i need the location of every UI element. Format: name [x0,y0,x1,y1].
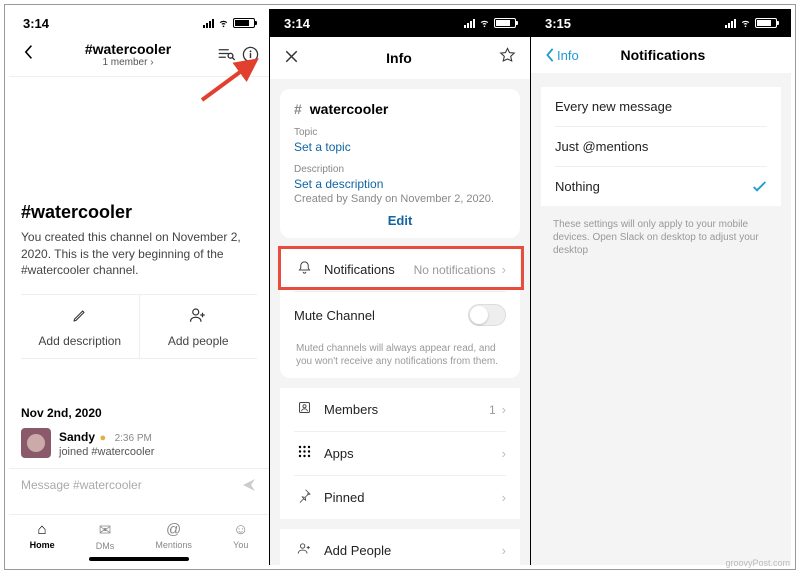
message-input[interactable]: Message #watercooler [9,468,269,501]
option-every-message[interactable]: Every new message [541,87,781,126]
channel-header: #watercooler 1 member › [9,37,269,77]
message-row: Sandy ● 2:36 PM joined #watercooler [9,428,269,468]
message-time: 2:36 PM [115,433,152,444]
add-people-row[interactable]: Add People › [280,529,520,565]
filter-search-button[interactable] [217,46,235,64]
chevron-right-icon: › [502,262,506,277]
status-indicators [725,18,777,28]
status-time: 3:14 [23,16,49,31]
screen-notifications: 3:15 Info Notifications Every new messag… [530,9,791,565]
tab-home[interactable]: ⌂Home [30,521,55,551]
options-card: Every new message Just @mentions Nothing [541,87,781,206]
channel-details-card: #watercooler Topic Set a topic Descripti… [280,89,520,238]
status-indicators [203,18,255,28]
info-button[interactable] [241,46,259,64]
close-button[interactable] [284,48,299,69]
page-title: Info [386,50,412,66]
date-divider: Nov 2nd, 2020 [21,406,269,420]
close-icon [284,49,299,64]
mute-row: Mute Channel [280,292,520,338]
members-row[interactable]: Members 1 › [280,388,520,431]
tab-you[interactable]: ☺You [233,521,248,551]
mentions-icon: @ [155,521,192,538]
chevron-right-icon: › [502,446,506,461]
channel-heading: #watercooler [21,202,257,223]
pin-icon [294,488,314,507]
topic-label: Topic [294,127,506,138]
dms-icon: ✉ [96,521,115,539]
channel-description: You created this channel on November 2, … [21,229,257,278]
bell-icon [294,260,314,279]
wifi-icon [217,18,230,28]
presence-icon: ● [99,432,106,444]
tab-mentions[interactable]: @Mentions [155,521,192,551]
filter-search-icon [217,46,235,64]
screen-info: 3:14 Info #watercooler Topic Set a topic… [269,9,530,565]
member-count[interactable]: 1 member › [39,57,217,68]
bottom-tabs: ⌂Home ✉DMs @Mentions ☺You [9,514,269,553]
info-header: Info [270,37,530,79]
settings-note: These settings will only apply to your m… [531,216,791,259]
watermark: groovyPost.com [725,558,790,568]
chevron-right-icon: › [502,490,506,505]
tab-dms[interactable]: ✉DMs [96,521,115,551]
pinned-row[interactable]: Pinned › [280,476,520,519]
edit-button[interactable]: Edit [294,205,506,230]
created-by-text: Created by Sandy on November 2, 2020. [294,193,506,205]
status-time: 3:14 [284,16,310,31]
apps-icon [294,444,314,463]
add-person-icon [140,307,258,328]
option-nothing[interactable]: Nothing [541,167,781,206]
chevron-left-icon [23,44,35,60]
status-bar: 3:14 [270,9,530,37]
chevron-right-icon: › [502,543,506,558]
notifications-row[interactable]: Notifications No notifications › [280,248,520,291]
status-bar: 3:15 [531,9,791,37]
page-title: Notifications [549,47,777,63]
pencil-icon [21,307,139,328]
info-icon [242,46,259,63]
mute-toggle[interactable] [468,304,506,326]
status-time: 3:15 [545,16,571,31]
home-indicator [89,557,189,561]
star-icon [499,47,516,64]
you-icon: ☺ [233,521,248,538]
description-label: Description [294,164,506,175]
mute-note: Muted channels will always appear read, … [280,338,520,378]
lists-card: Members 1 › Apps › Pinned › [280,388,520,519]
set-description-link[interactable]: Set a description [294,177,506,191]
wifi-icon [478,18,491,28]
screen-channel: 3:14 #watercooler 1 member › [9,9,269,565]
message-author[interactable]: Sandy [59,430,95,444]
notifications-header: Info Notifications [531,37,791,73]
send-icon [241,477,257,493]
option-mentions[interactable]: Just @mentions [541,127,781,166]
add-people-button[interactable]: Add people [139,295,258,358]
more-card: Add People › ⚙ Additional Options › [280,529,520,565]
chevron-right-icon: › [502,402,506,417]
set-topic-link[interactable]: Set a topic [294,140,506,154]
back-button[interactable] [19,44,39,65]
checkmark-icon [752,181,767,193]
add-description-button[interactable]: Add description [21,295,139,358]
add-person-icon [294,541,314,560]
status-indicators [464,18,516,28]
status-bar: 3:14 [9,9,269,37]
channel-name: #watercooler [294,101,506,117]
home-icon: ⌂ [30,521,55,538]
members-icon [294,400,314,419]
star-button[interactable] [499,47,516,69]
wifi-icon [739,18,752,28]
apps-row[interactable]: Apps › [280,432,520,475]
avatar[interactable] [21,428,51,458]
settings-card: Notifications No notifications › Mute Ch… [280,248,520,378]
channel-title: #watercooler [39,41,217,57]
message-text: joined #watercooler [59,446,154,458]
